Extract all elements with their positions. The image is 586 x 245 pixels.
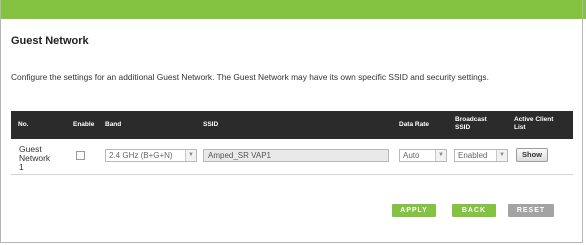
data-rate-select-value: Auto [403,151,420,160]
table-header: No. Enable Band SSID Data Rate Broadcast… [11,111,573,139]
apply-button[interactable]: APPLY [392,204,436,217]
band-select-value: 2.4 GHz (B+G+N) [109,151,173,160]
enable-checkbox[interactable] [76,151,85,160]
header-active-client-line1: Active Client [514,116,554,123]
header-no: No. [18,121,29,128]
row-label: Guest Network 1 [19,145,50,172]
header-data-rate: Data Rate [399,121,429,128]
header-broadcast-ssid: Broadcast SSID [455,116,487,132]
back-button[interactable]: BACK [452,204,496,217]
table-row: Guest Network 1 2.4 GHz (B+G+N) ▼ Amped_… [11,139,573,175]
chevron-down-icon: ▼ [435,150,446,161]
header-active-client-line2: List [514,124,526,131]
broadcast-ssid-select[interactable]: Enabled ▼ [454,149,508,162]
show-button[interactable]: Show [516,148,548,162]
row-label-line3: 1 [19,162,24,172]
header-active-client-list: Active Client List [514,116,553,132]
data-rate-select[interactable]: Auto ▼ [399,149,447,162]
header-broadcast-line1: Broadcast [455,116,487,123]
header-broadcast-line2: SSID [455,124,471,131]
header-ssid: SSID [203,121,219,128]
ssid-input[interactable]: Amped_SR VAP1 [203,149,389,162]
page-title: Guest Network [11,35,89,47]
reset-button[interactable]: RESET [508,204,554,217]
band-select[interactable]: 2.4 GHz (B+G+N) ▼ [105,149,197,162]
chevron-down-icon: ▼ [185,150,196,161]
header-band: Band [105,121,122,128]
broadcast-ssid-select-value: Enabled [458,151,488,160]
header-enable: Enable [73,121,95,128]
page-description: Configure the settings for an additional… [11,72,489,82]
chevron-down-icon: ▼ [496,150,507,161]
